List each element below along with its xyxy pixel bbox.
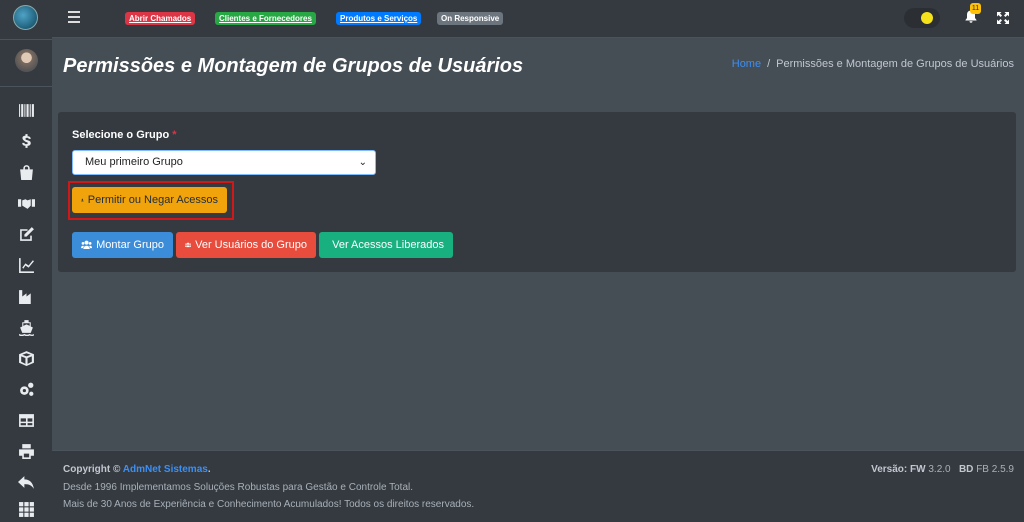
users-icon [81,240,93,249]
theme-toggle[interactable] [904,8,940,28]
chip-abrir-chamados[interactable]: Abrir Chamados [125,12,196,25]
edit-icon[interactable] [16,225,36,243]
view-released-access-button[interactable]: Ver Acessos Liberados [319,232,453,258]
brand-link[interactable]: AdmNet Sistemas [123,464,208,475]
permit-access-label: Permitir ou Negar Acessos [87,194,218,206]
required-mark: * [172,129,177,141]
breadcrumb-home[interactable]: Home [732,58,761,70]
view-group-users-button[interactable]: Ver Usuários do Grupo [176,232,316,258]
sidebar [0,0,52,522]
copyright-period: . [207,464,211,475]
grid-icon[interactable] [16,500,36,518]
dollar-icon[interactable] [16,132,36,150]
notification-badge: 11 [970,3,981,14]
group-label: Selecione o Grupo * [72,129,177,141]
print-icon[interactable] [16,442,36,460]
shopping-bag-icon[interactable] [16,163,36,181]
cogs-icon[interactable] [16,380,36,398]
topbar: Abrir Chamados Clientes e Fornecedores P… [52,0,1024,38]
group-select-value: Meu primeiro Grupo [85,156,183,168]
view-released-access-label: Ver Acessos Liberados [332,239,444,251]
users-icon [185,242,192,248]
group-select[interactable]: Meu primeiro Grupo ⌄ [72,150,376,175]
chip-produtos-servicos[interactable]: Produtos e Serviços [336,12,422,25]
reply-icon[interactable] [16,473,36,491]
group-card: Selecione o Grupo * Meu primeiro Grupo ⌄… [58,112,1016,272]
avatar[interactable] [15,49,38,72]
page-title: Permissões e Montagem de Grupos de Usuár… [63,55,524,77]
build-group-button[interactable]: Montar Grupo [72,232,173,258]
group-label-text: Selecione o Grupo [72,129,170,141]
handshake-icon[interactable] [16,194,36,212]
line-chart-icon[interactable] [16,256,36,274]
breadcrumb-separator: / [767,58,771,70]
version-value: 3.2.0 [928,464,951,475]
build-group-label: Montar Grupo [96,239,164,251]
box-icon[interactable] [16,349,36,367]
chip-clientes-fornecedores[interactable]: Clientes e Fornecedores [215,12,316,25]
logo-globe-icon[interactable] [13,5,38,30]
footer-line-2: Mais de 30 Anos de Experiência e Conheci… [63,499,475,510]
table-icon[interactable] [16,411,36,429]
copyright-prefix: Copyright © [63,464,121,475]
user-icon [81,198,84,202]
fullscreen-icon[interactable] [997,11,1009,24]
view-group-users-label: Ver Usuários do Grupo [195,239,307,251]
barcode-icon[interactable] [16,101,36,119]
version-label: Versão: FW [871,464,926,475]
footer-line-1: Desde 1996 Implementamos Soluções Robust… [63,482,414,493]
chevron-down-icon: ⌄ [358,157,367,168]
toggle-knob [921,12,933,24]
industry-icon[interactable] [16,287,36,305]
breadcrumb-current: Permissões e Montagem de Grupos de Usuár… [776,58,1014,70]
breadcrumb: Home / Permissões e Montagem de Grupos de … [732,58,1014,70]
permit-access-button[interactable]: Permitir ou Negar Acessos [72,187,227,213]
menu-toggle-icon[interactable] [68,11,80,23]
divider [0,39,52,40]
footer: Copyright © AdmNet Sistemas. Desde 1996 … [52,450,1024,522]
version-info: Versão: FW 3.2.0 BD FB 2.5.9 [871,464,1014,475]
ship-icon[interactable] [16,318,36,336]
bd-label: BD [958,464,974,475]
bd-value: FB 2.5.9 [976,464,1014,475]
copyright: Copyright © AdmNet Sistemas. [63,464,211,475]
divider [0,86,52,87]
chip-on-responsive[interactable]: On Responsive [437,12,504,25]
